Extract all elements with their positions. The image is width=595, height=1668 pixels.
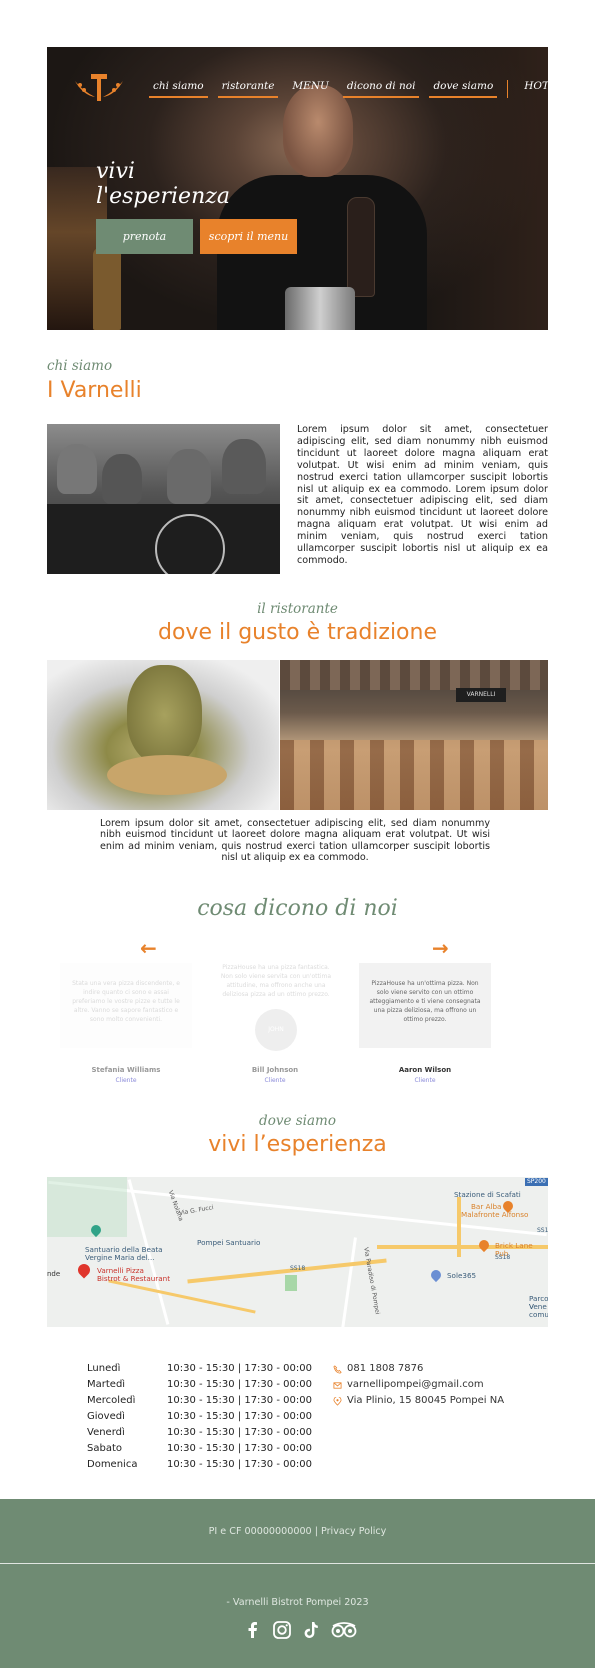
testimonial-role: Cliente [264, 1077, 286, 1084]
testimonial-card: Stata una vera pizza discendente, e indi… [60, 963, 192, 1048]
testimonial-role: Cliente [115, 1077, 137, 1084]
location-pin-icon [333, 1396, 342, 1406]
map-marker-icon [476, 1237, 492, 1253]
dining-room-photo: VARNELLI [280, 660, 548, 810]
testimonial-name: Bill Johnson [251, 1066, 299, 1074]
footer-divider [0, 1563, 595, 1564]
copyright: - Varnelli Bistrot Pompei 2023 [226, 1597, 369, 1608]
discover-menu-button[interactable]: scopri il menu [200, 219, 297, 254]
email-link[interactable]: varnellipompei@gmail.com [333, 1377, 504, 1393]
nav-menu[interactable]: MENU [288, 80, 332, 98]
testimonial-card: PizzaHouse ha una pizza fantastica. Non … [210, 963, 342, 1051]
contact-info: 081 1808 7876 varnellipompei@gmail.com V… [333, 1361, 504, 1409]
location-kicker: dove siamo [259, 1113, 336, 1129]
about-text: Lorem ipsum dolor sit amet, consectetuer… [297, 424, 548, 566]
nav-dove-siamo[interactable]: dove siamo [429, 80, 498, 98]
map-pin-icon[interactable] [75, 1261, 93, 1279]
restaurant-sign: VARNELLI [456, 688, 506, 702]
nav-divider [507, 80, 509, 98]
map-marker-icon [428, 1267, 444, 1283]
map[interactable]: Stazione di Scafati Bar Alba di Malafron… [47, 1177, 548, 1327]
instagram-icon[interactable] [272, 1620, 292, 1640]
logo-icon[interactable] [71, 71, 127, 105]
testimonial-name: Aaron Wilson [398, 1066, 452, 1074]
testimonial-role: Cliente [414, 1077, 436, 1084]
location-title: vivi l’esperienza [208, 1132, 387, 1157]
nav-hotel[interactable]: HOTEL [520, 80, 548, 98]
phone-link[interactable]: 081 1808 7876 [333, 1361, 504, 1377]
book-button[interactable]: prenota [96, 219, 193, 254]
arrow-left-icon[interactable]: ← [140, 936, 157, 960]
testimonial-name: Stefania Williams [91, 1066, 161, 1074]
phone-icon [333, 1364, 342, 1374]
nav-dicono-di-noi[interactable]: dicono di noi [342, 80, 420, 98]
about-kicker: chi siamo [47, 358, 113, 374]
restaurant-text: Lorem ipsum dolor sit amet, consectetuer… [100, 818, 490, 863]
legal-text[interactable]: PI e CF 00000000000 | Privacy Policy [0, 1526, 595, 1537]
restaurant-kicker: il ristorante [257, 601, 338, 617]
testimonial-card: PizzaHouse ha un'ottima pizza. Non solo … [359, 963, 491, 1048]
restaurant-title: dove il gusto è tradizione [158, 620, 437, 645]
main-nav: chi siamo ristorante MENU dicono di noi … [149, 80, 548, 98]
arrow-right-icon[interactable]: → [432, 936, 449, 960]
opening-hours: Lunedì 10:30 - 15:30 | 17:30 - 00:00 Mart… [87, 1363, 312, 1470]
nav-ristorante[interactable]: ristorante [217, 80, 279, 98]
avatar: JOHN [255, 1009, 297, 1051]
social-links [243, 1620, 358, 1640]
footer: PI e CF 00000000000 | Privacy Policy - V… [0, 1499, 595, 1668]
mail-icon [333, 1381, 342, 1389]
tripadvisor-icon[interactable] [330, 1620, 358, 1640]
address-link[interactable]: Via Plinio, 15 80045 Pompei NA [333, 1393, 504, 1409]
hero-title: vivi l'esperienza [96, 159, 230, 209]
about-photo [47, 424, 280, 574]
nav-chi-siamo[interactable]: chi siamo [149, 80, 208, 98]
hero-buttons: prenota scopri il menu [96, 219, 297, 254]
tiktok-icon[interactable] [301, 1620, 321, 1640]
hero-section: chi siamo ristorante MENU dicono di noi … [47, 47, 548, 330]
facebook-icon[interactable] [243, 1620, 263, 1640]
pasta-photo [47, 660, 279, 810]
testimonials-title: cosa dicono di noi [197, 896, 398, 921]
about-title: I Varnelli [47, 378, 142, 403]
